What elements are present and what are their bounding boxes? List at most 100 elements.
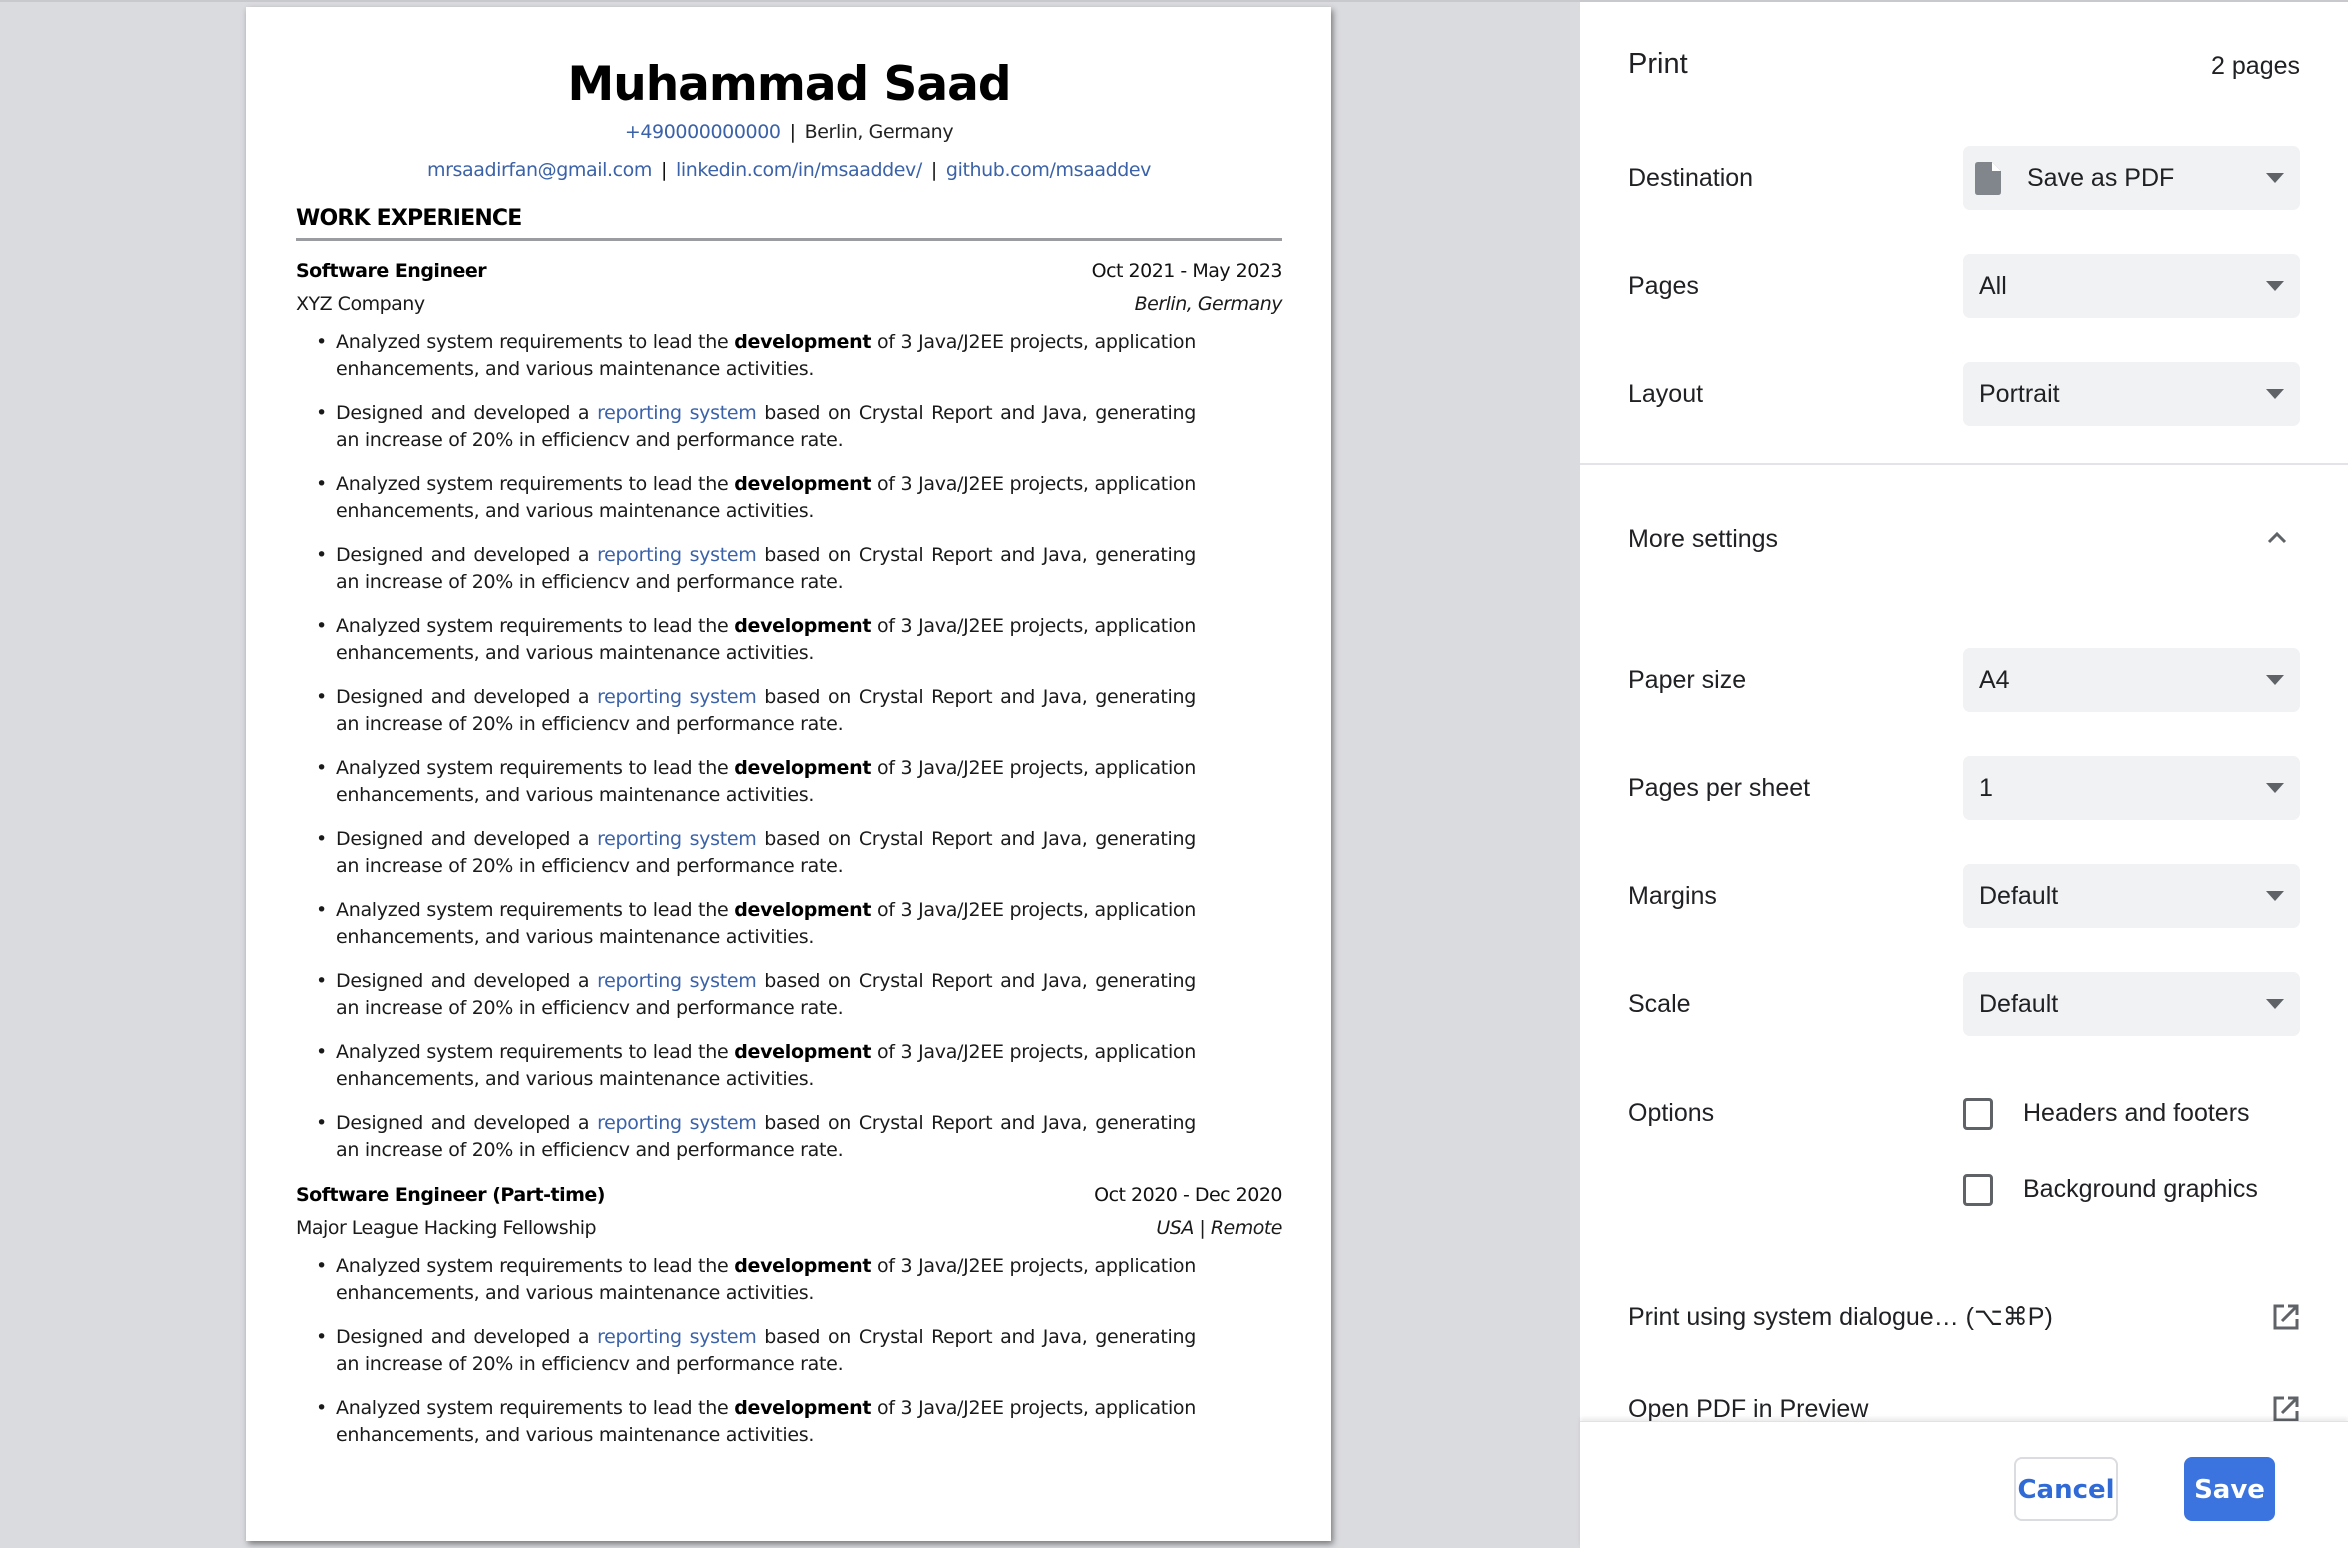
- layout-value: Portrait: [1979, 380, 2060, 408]
- preview-page: Muhammad Saad +490000000000 | Berlin, Germ…: [246, 7, 1331, 1541]
- linkedin-link[interactable]: linkedin.com/in/msaaddev/: [676, 159, 922, 181]
- bullet-dot: •: [316, 970, 327, 992]
- open-external-icon: [2273, 1304, 2299, 1330]
- bullet-text: Analyzed system requirements to lead the: [336, 1397, 735, 1419]
- dropdown-caret-icon: [2266, 173, 2284, 183]
- dropdown-caret-icon: [2266, 389, 2284, 399]
- bullet-dot: •: [316, 544, 327, 566]
- pages-per-sheet-select[interactable]: 1: [1963, 756, 2300, 820]
- resume-name: Muhammad Saad: [567, 57, 1011, 112]
- bullet-text: Analyzed system requirements to lead the: [336, 1255, 735, 1277]
- scale-row: Scale Default: [1628, 972, 2300, 1036]
- job-company-row: Major League Hacking Fellowship USA | Rem…: [296, 1212, 1282, 1245]
- bullet-link-text[interactable]: reporting system: [597, 1326, 757, 1348]
- location-text: Berlin, Germany: [804, 121, 954, 143]
- bullet-text: Designed and developed a: [336, 402, 598, 424]
- bullet-text: Designed and developed a: [336, 1112, 598, 1134]
- print-system-dialogue-link[interactable]: Print using system dialogue… (⌥⌘P): [1628, 1292, 2300, 1342]
- bullet-dot: •: [316, 1041, 327, 1063]
- separator: |: [930, 159, 937, 181]
- job-location: Berlin, Germany: [1134, 293, 1283, 315]
- margins-select[interactable]: Default: [1963, 864, 2300, 928]
- bullet-text: Analyzed system requirements to lead the: [336, 331, 735, 353]
- separator: |: [661, 159, 668, 181]
- github-link[interactable]: github.com/msaaddev: [946, 159, 1152, 181]
- dropdown-caret-icon: [2266, 999, 2284, 1009]
- layout-label: Layout: [1628, 380, 1704, 408]
- dropdown-caret-icon: [2266, 281, 2284, 291]
- section-title-work-experience: WORK EXPERIENCE: [296, 206, 522, 231]
- bullet-link-text[interactable]: reporting system: [597, 544, 757, 566]
- bullet-item: • Designed and developed a reporting syst…: [296, 1110, 1196, 1164]
- bullet-dot: •: [316, 402, 327, 424]
- panel-title: Print: [1628, 48, 1688, 80]
- layout-row: Layout Portrait: [1628, 362, 2300, 426]
- bullet-text: Analyzed system requirements to lead the: [336, 615, 735, 637]
- save-button[interactable]: Save: [2184, 1457, 2275, 1521]
- dropdown-caret-icon: [2266, 783, 2284, 793]
- pages-value: All: [1979, 272, 2007, 300]
- bullet-link-text[interactable]: reporting system: [597, 402, 757, 424]
- pages-select[interactable]: All: [1963, 254, 2300, 318]
- options-label: Options: [1628, 1099, 1715, 1127]
- chevron-up-icon: [2267, 531, 2287, 544]
- bullet-dot: •: [316, 899, 327, 921]
- phone-link[interactable]: +490000000000: [625, 121, 781, 143]
- dialog-footer: Cancel Save: [1580, 1421, 2348, 1548]
- more-settings-toggle[interactable]: More settings: [1628, 507, 2300, 571]
- bullet-item: • Analyzed system requirements to lead th…: [296, 755, 1196, 809]
- destination-label: Destination: [1628, 164, 1754, 192]
- bullet-dot: •: [316, 1255, 327, 1277]
- bullet-item: • Designed and developed a reporting syst…: [296, 542, 1196, 596]
- bullet-item: • Designed and developed a reporting syst…: [296, 968, 1196, 1022]
- bullet-link-text[interactable]: reporting system: [597, 970, 757, 992]
- margins-value: Default: [1979, 882, 2059, 910]
- bullet-link-text[interactable]: reporting system: [597, 828, 757, 850]
- section-divider: [296, 238, 1282, 241]
- destination-value: Save as PDF: [2027, 164, 2175, 192]
- bullet-link-text[interactable]: reporting system: [597, 1112, 757, 1134]
- bullet-item: • Analyzed system requirements to lead th…: [296, 1253, 1196, 1307]
- bullet-text: Analyzed system requirements to lead the: [336, 1041, 735, 1063]
- job-entry: Software Engineer Oct 2021 - May 2023 XYZ …: [296, 255, 1283, 1164]
- headers-footers-label: Headers and footers: [2023, 1099, 2250, 1127]
- scale-select[interactable]: Default: [1963, 972, 2300, 1036]
- job-bullets: • Analyzed system requirements to lead th…: [296, 1253, 1282, 1449]
- bullet-item: • Analyzed system requirements to lead th…: [296, 471, 1196, 525]
- cancel-button[interactable]: Cancel: [2014, 1457, 2118, 1521]
- bullet-dot: •: [316, 331, 327, 353]
- bullet-item: • Analyzed system requirements to lead th…: [296, 613, 1196, 667]
- scale-label: Scale: [1628, 990, 1691, 1018]
- job-title: Software Engineer (Part-time): [296, 1184, 605, 1206]
- email-link[interactable]: mrsaadirfan@gmail.com: [427, 159, 652, 181]
- more-settings-label: More settings: [1628, 525, 1779, 553]
- separator: |: [789, 121, 796, 143]
- destination-select[interactable]: Save as PDF: [1963, 146, 2300, 210]
- print-preview-area: Muhammad Saad +490000000000 | Berlin, Germ…: [0, 2, 1580, 1548]
- bullet-text: Designed and developed a: [336, 828, 598, 850]
- bullet-bold-text: development: [734, 473, 872, 495]
- background-graphics-checkbox[interactable]: [1963, 1174, 1993, 1206]
- headers-footers-checkbox[interactable]: [1963, 1098, 1993, 1130]
- scale-value: Default: [1979, 990, 2059, 1018]
- bullet-dot: •: [316, 615, 327, 637]
- dropdown-caret-icon: [2266, 891, 2284, 901]
- bullet-dot: •: [316, 757, 327, 779]
- job-dates: Oct 2021 - May 2023: [1091, 260, 1283, 282]
- background-graphics-option[interactable]: Background graphics: [1963, 1169, 2293, 1209]
- job-header-row: Software Engineer (Part-time) Oct 2020 - …: [296, 1179, 1282, 1212]
- paper-size-select[interactable]: A4: [1963, 648, 2300, 712]
- destination-row: Destination Save as PDF: [1628, 146, 2300, 210]
- bullet-dot: •: [316, 1326, 327, 1348]
- layout-select[interactable]: Portrait: [1963, 362, 2300, 426]
- background-graphics-label: Background graphics: [2023, 1175, 2258, 1203]
- bullet-item: • Designed and developed a reporting syst…: [296, 1324, 1196, 1378]
- bullet-link-text[interactable]: reporting system: [597, 686, 757, 708]
- bullet-text: Designed and developed a: [336, 544, 598, 566]
- job-entry: Software Engineer (Part-time) Oct 2020 - …: [296, 1179, 1282, 1449]
- print-system-dialogue-label: Print using system dialogue… (⌥⌘P): [1628, 1303, 2053, 1331]
- paper-size-value: A4: [1979, 666, 2010, 694]
- job-company-row: XYZ Company Berlin, Germany: [296, 288, 1283, 321]
- bullet-bold-text: development: [734, 1041, 872, 1063]
- headers-footers-option[interactable]: Headers and footers: [1963, 1093, 2293, 1133]
